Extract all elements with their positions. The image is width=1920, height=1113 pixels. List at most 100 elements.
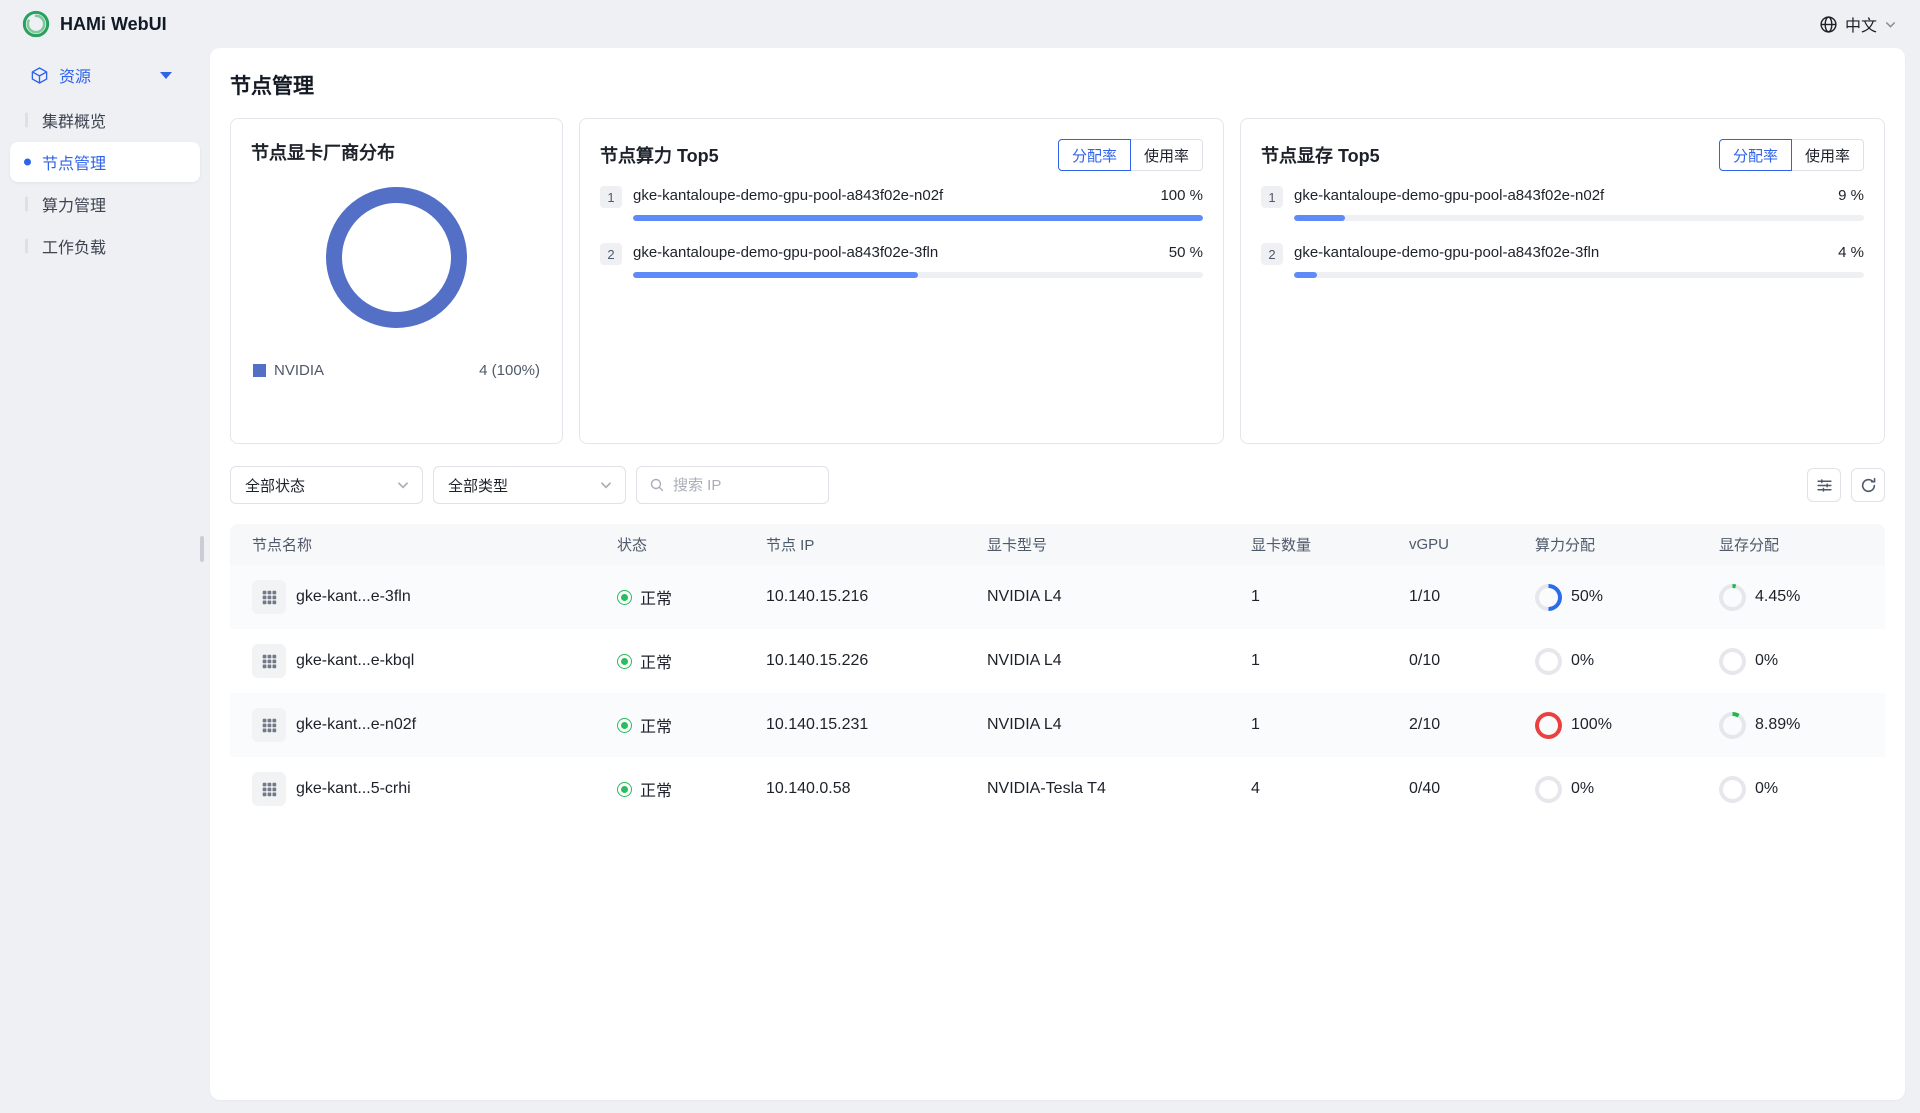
col-gpu-model: 显卡型号 bbox=[965, 534, 1229, 555]
node-icon bbox=[252, 580, 286, 614]
refresh-button[interactable] bbox=[1851, 468, 1885, 502]
progress-bar bbox=[1294, 272, 1864, 278]
chevron-down-icon bbox=[599, 478, 613, 492]
sidebar-item-node-management[interactable]: 节点管理 bbox=[10, 142, 200, 182]
percent-value: 50 % bbox=[1169, 244, 1203, 261]
compute-allocation-value: 0% bbox=[1571, 652, 1594, 670]
search-box bbox=[636, 466, 829, 504]
page-title: 节点管理 bbox=[230, 70, 1885, 100]
list-item: 2 gke-kantaloupe-demo-gpu-pool-a843f02e-… bbox=[1261, 244, 1864, 278]
allocation-rate-tab[interactable]: 分配率 bbox=[1058, 139, 1131, 171]
status-ok-icon bbox=[617, 654, 632, 669]
status-filter-select[interactable]: 全部状态 bbox=[230, 466, 423, 504]
allocation-rate-tab[interactable]: 分配率 bbox=[1719, 139, 1792, 171]
memory-allocation-ring bbox=[1719, 776, 1746, 803]
gpu-count: 1 bbox=[1229, 652, 1387, 670]
language-selector[interactable]: 中文 bbox=[1819, 12, 1897, 36]
node-ip: 10.140.15.231 bbox=[744, 716, 965, 734]
node-ip: 10.140.0.58 bbox=[744, 780, 965, 798]
node-name: gke-kantaloupe-demo-gpu-pool-a843f02e-3f… bbox=[633, 244, 938, 261]
col-node-name: 节点名称 bbox=[230, 534, 595, 555]
node-name-link[interactable]: gke-kant...e-n02f bbox=[296, 716, 416, 734]
hami-logo-icon bbox=[22, 10, 50, 38]
globe-icon bbox=[1819, 15, 1838, 34]
percent-value: 9 % bbox=[1838, 187, 1864, 204]
compute-top5-list: 1 gke-kantaloupe-demo-gpu-pool-a843f02e-… bbox=[600, 187, 1203, 301]
col-gpu-count: 显卡数量 bbox=[1229, 534, 1387, 555]
filter-row: 全部状态 全部类型 bbox=[230, 466, 1885, 504]
progress-bar-fill bbox=[1294, 272, 1317, 278]
memory-allocation-ring bbox=[1719, 648, 1746, 675]
memory-rate-toggle: 分配率 使用率 bbox=[1719, 139, 1864, 171]
usage-rate-tab[interactable]: 使用率 bbox=[1791, 139, 1864, 171]
gpu-count: 1 bbox=[1229, 588, 1387, 606]
summary-cards: 节点显卡厂商分布 NVIDIA 4 (100%) 节点算力 Top5 分配率 使… bbox=[230, 118, 1885, 444]
node-name-link[interactable]: gke-kant...5-crhi bbox=[296, 780, 411, 798]
vendor-donut-chart bbox=[251, 187, 542, 328]
node-name: gke-kantaloupe-demo-gpu-pool-a843f02e-3f… bbox=[1294, 244, 1599, 261]
table-row[interactable]: gke-kant...e-3fln 正常 10.140.15.216 NVIDI… bbox=[230, 565, 1885, 629]
legend-swatch bbox=[253, 364, 266, 377]
progress-bar-fill bbox=[1294, 215, 1345, 221]
node-icon bbox=[252, 708, 286, 742]
progress-bar bbox=[633, 272, 1203, 278]
app-title: HAMi WebUI bbox=[60, 14, 167, 35]
memory-top5-list: 1 gke-kantaloupe-demo-gpu-pool-a843f02e-… bbox=[1261, 187, 1864, 301]
sidebar-item-label: 集群概览 bbox=[42, 108, 106, 132]
card-title: 节点显卡厂商分布 bbox=[251, 139, 542, 165]
rank-badge: 1 bbox=[1261, 186, 1283, 208]
gpu-model: NVIDIA-Tesla T4 bbox=[965, 780, 1229, 798]
search-icon bbox=[649, 477, 665, 493]
sidebar-resize-handle[interactable] bbox=[200, 536, 204, 562]
gpu-count: 4 bbox=[1229, 780, 1387, 798]
node-name-link[interactable]: gke-kant...e-kbql bbox=[296, 652, 414, 670]
usage-rate-tab[interactable]: 使用率 bbox=[1130, 139, 1203, 171]
gpu-model: NVIDIA L4 bbox=[965, 716, 1229, 734]
status-filter-value: 全部状态 bbox=[245, 475, 305, 496]
compute-allocation-ring bbox=[1535, 584, 1562, 611]
chevron-down-icon bbox=[1884, 18, 1897, 31]
node-name-link[interactable]: gke-kant...e-3fln bbox=[296, 588, 411, 606]
memory-allocation-value: 0% bbox=[1755, 780, 1778, 798]
compute-allocation-value: 0% bbox=[1571, 780, 1594, 798]
table-row[interactable]: gke-kant...5-crhi 正常 10.140.0.58 NVIDIA-… bbox=[230, 757, 1885, 821]
vgpu-value: 0/10 bbox=[1387, 652, 1513, 670]
status-badge: 正常 bbox=[640, 777, 672, 801]
table-header: 节点名称 状态 节点 IP 显卡型号 显卡数量 vGPU 算力分配 显存分配 bbox=[230, 524, 1885, 565]
legend-value: 4 (100%) bbox=[479, 362, 540, 379]
nodes-table: 节点名称 状态 节点 IP 显卡型号 显卡数量 vGPU 算力分配 显存分配 g… bbox=[230, 524, 1885, 821]
rank-badge: 2 bbox=[600, 243, 622, 265]
column-settings-button[interactable] bbox=[1807, 468, 1841, 502]
type-filter-value: 全部类型 bbox=[448, 475, 508, 496]
status-badge: 正常 bbox=[640, 713, 672, 737]
card-title: 节点显存 Top5 bbox=[1261, 142, 1380, 168]
progress-bar-fill bbox=[633, 272, 918, 278]
sidebar-section-resources[interactable]: 资源 bbox=[0, 54, 210, 96]
vgpu-value: 0/40 bbox=[1387, 780, 1513, 798]
sidebar-item-label: 工作负载 bbox=[42, 234, 106, 258]
sidebar-item-workloads[interactable]: 工作负载 bbox=[10, 226, 200, 266]
col-memory-allocation: 显存分配 bbox=[1697, 534, 1885, 555]
type-filter-select[interactable]: 全部类型 bbox=[433, 466, 626, 504]
sidebar-item-compute-management[interactable]: 算力管理 bbox=[10, 184, 200, 224]
table-row[interactable]: gke-kant...e-kbql 正常 10.140.15.226 NVIDI… bbox=[230, 629, 1885, 693]
list-item: 2 gke-kantaloupe-demo-gpu-pool-a843f02e-… bbox=[600, 244, 1203, 278]
table-row[interactable]: gke-kant...e-n02f 正常 10.140.15.231 NVIDI… bbox=[230, 693, 1885, 757]
status-ok-icon bbox=[617, 782, 632, 797]
sidebar-item-cluster-overview[interactable]: 集群概览 bbox=[10, 100, 200, 140]
compute-allocation-value: 100% bbox=[1571, 716, 1612, 734]
compute-allocation-ring bbox=[1535, 776, 1562, 803]
compute-allocation-ring bbox=[1535, 712, 1562, 739]
main-panel: 节点管理 节点显卡厂商分布 NVIDIA 4 (100%) 节点算力 Top5 bbox=[210, 48, 1905, 1100]
donut-ring bbox=[326, 187, 467, 328]
sidebar-items: 集群概览 节点管理 算力管理 工作负载 bbox=[0, 100, 210, 266]
vgpu-value: 2/10 bbox=[1387, 716, 1513, 734]
card-title: 节点算力 Top5 bbox=[600, 142, 719, 168]
search-input[interactable] bbox=[673, 477, 816, 494]
legend-label: NVIDIA bbox=[274, 362, 324, 379]
caret-down-icon bbox=[160, 72, 172, 79]
vgpu-value: 1/10 bbox=[1387, 588, 1513, 606]
memory-allocation-value: 4.45% bbox=[1755, 588, 1800, 606]
col-status: 状态 bbox=[595, 534, 744, 555]
node-name: gke-kantaloupe-demo-gpu-pool-a843f02e-n0… bbox=[1294, 187, 1604, 204]
